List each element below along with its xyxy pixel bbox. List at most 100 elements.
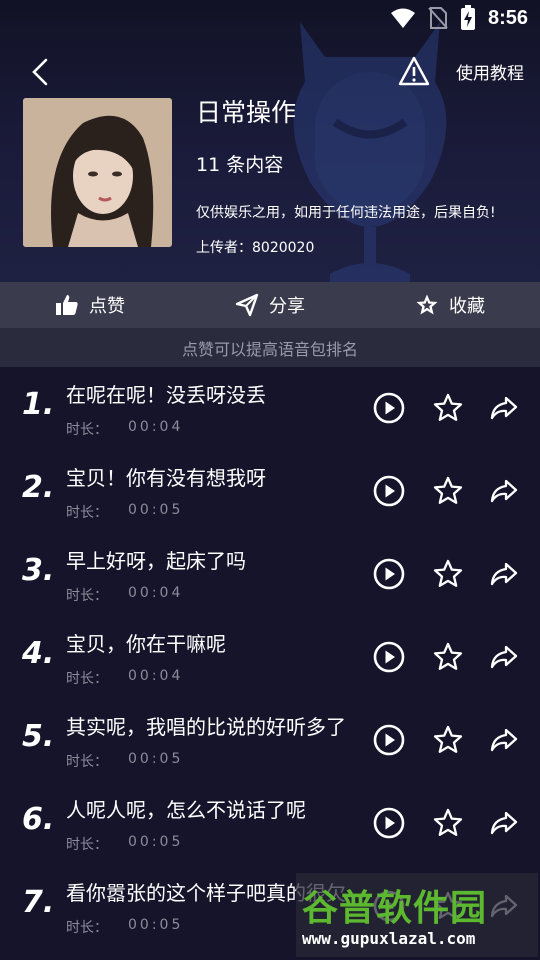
play-icon <box>373 724 405 756</box>
back-button[interactable] <box>22 54 58 90</box>
favorite-item-button[interactable] <box>431 391 465 425</box>
share-item-button[interactable] <box>487 806 521 840</box>
play-icon <box>373 558 405 590</box>
status-time: 8:56 <box>487 6 528 29</box>
watermark-url: www.gupuxlazal.com <box>302 929 476 948</box>
duration-label: 时长： <box>66 837 108 853</box>
item-duration: 00:05 <box>128 751 184 767</box>
star-outline-icon <box>433 476 463 504</box>
no-sim-icon <box>428 7 448 29</box>
item-title: 早上好呀，起床了吗 <box>66 549 246 573</box>
item-number: 1. <box>22 387 55 422</box>
pack-cover-image <box>23 98 172 247</box>
item-duration: 00:05 <box>128 917 184 933</box>
item-number: 6. <box>22 802 55 837</box>
thumbs-up-icon <box>56 295 78 315</box>
share-arrow-icon <box>490 645 518 669</box>
star-outline-icon <box>433 393 463 421</box>
item-duration: 00:04 <box>128 419 184 435</box>
item-number: 2. <box>22 470 55 505</box>
status-bar: 8:56 <box>0 0 540 36</box>
play-button[interactable] <box>372 391 406 425</box>
pack-title: 日常操作 <box>196 98 297 127</box>
duration-label: 时长： <box>66 920 108 936</box>
item-title: 宝贝！你有没有想我呀 <box>66 466 266 490</box>
pack-item-count: 11 条内容 <box>196 154 284 176</box>
action-bar: 点赞 分享 收藏 <box>0 282 540 328</box>
site-watermark: 谷普软件园 www.gupuxlazal.com <box>296 873 538 957</box>
item-title: 其实呢，我唱的比说的好听多了 <box>66 715 346 739</box>
favorite-item-button[interactable] <box>431 723 465 757</box>
favorite-item-button[interactable] <box>431 557 465 591</box>
favorite-item-button[interactable] <box>431 474 465 508</box>
ranking-hint: 点赞可以提高语音包排名 <box>0 328 540 367</box>
share-arrow-icon <box>490 479 518 503</box>
chevron-left-icon <box>32 58 48 86</box>
voice-list-item[interactable]: 4. 宝贝，你在干嘛呢时长： 00:04 <box>0 616 540 699</box>
share-arrow-icon <box>490 562 518 586</box>
star-outline-icon <box>433 725 463 753</box>
pack-disclaimer: 仅供娱乐之用，如用于任何违法用途，后果自负! <box>196 205 496 221</box>
duration-label: 时长： <box>66 754 108 770</box>
pack-uploader: 上传者：8020020 <box>196 240 315 256</box>
share-pack-button[interactable]: 分享 <box>180 282 360 328</box>
play-icon <box>373 641 405 673</box>
duration-label: 时长： <box>66 588 108 604</box>
item-number: 7. <box>22 885 55 920</box>
share-arrow-icon <box>490 811 518 835</box>
battery-charging-icon <box>460 5 475 30</box>
voice-list-item[interactable]: 3. 早上好呀，起床了吗时长： 00:04 <box>0 533 540 616</box>
voice-list-item[interactable]: 2. 宝贝！你有没有想我呀时长： 00:05 <box>0 450 540 533</box>
voice-list: 1. 在呢在呢！没丢呀没丢 时长： 00:04 2. 宝贝！你有没有想我呀 时长： 00:05… <box>0 367 540 948</box>
play-icon <box>373 475 405 507</box>
play-button[interactable] <box>372 723 406 757</box>
item-duration: 00:04 <box>128 585 184 601</box>
play-button[interactable] <box>372 557 406 591</box>
favorite-pack-button[interactable]: 收藏 <box>360 282 540 328</box>
share-arrow-icon <box>490 728 518 752</box>
cover-portrait <box>23 98 172 247</box>
play-icon <box>373 392 405 424</box>
watermark-name: 谷普软件园 <box>302 888 488 929</box>
item-number: 4. <box>22 636 55 671</box>
duration-label: 时长： <box>66 505 108 521</box>
item-title: 宝贝，你在干嘛呢 <box>66 632 226 656</box>
duration-label: 时长： <box>66 671 108 687</box>
play-button[interactable] <box>372 640 406 674</box>
play-button[interactable] <box>372 806 406 840</box>
star-outline-icon <box>433 808 463 836</box>
like-button[interactable]: 点赞 <box>0 282 180 328</box>
share-item-button[interactable] <box>487 474 521 508</box>
voice-list-item[interactable]: 5. 其实呢，我唱的比说的好听多了时长： 00:05 <box>0 699 540 782</box>
play-button[interactable] <box>372 474 406 508</box>
top-bar: 使用教程 <box>0 50 540 94</box>
item-number: 5. <box>22 719 55 754</box>
favorite-label: 收藏 <box>449 296 485 317</box>
share-item-button[interactable] <box>487 640 521 674</box>
warning-icon[interactable] <box>398 56 430 86</box>
item-duration: 00:05 <box>128 502 184 518</box>
share-item-button[interactable] <box>487 391 521 425</box>
share-label: 分享 <box>269 296 305 317</box>
duration-label: 时长： <box>66 422 108 438</box>
voice-list-item[interactable]: 1. 在呢在呢！没丢呀没丢时长： 00:04 <box>0 367 540 450</box>
share-item-button[interactable] <box>487 557 521 591</box>
like-label: 点赞 <box>89 296 125 317</box>
share-arrow-icon <box>490 396 518 420</box>
favorite-item-button[interactable] <box>431 640 465 674</box>
favorite-item-button[interactable] <box>431 806 465 840</box>
play-icon <box>373 807 405 839</box>
star-outline-icon <box>433 642 463 670</box>
item-title: 在呢在呢！没丢呀没丢 <box>66 383 266 407</box>
tutorial-link[interactable]: 使用教程 <box>456 59 524 84</box>
wifi-icon <box>390 8 415 28</box>
item-number: 3. <box>22 553 55 588</box>
item-duration: 00:04 <box>128 668 184 684</box>
item-title: 人呢人呢，怎么不说话了呢 <box>66 798 306 822</box>
share-item-button[interactable] <box>487 723 521 757</box>
star-icon <box>416 294 438 315</box>
item-duration: 00:05 <box>128 834 184 850</box>
send-icon <box>235 293 259 317</box>
star-outline-icon <box>433 559 463 587</box>
voice-list-item[interactable]: 6. 人呢人呢，怎么不说话了呢时长： 00:05 <box>0 782 540 865</box>
